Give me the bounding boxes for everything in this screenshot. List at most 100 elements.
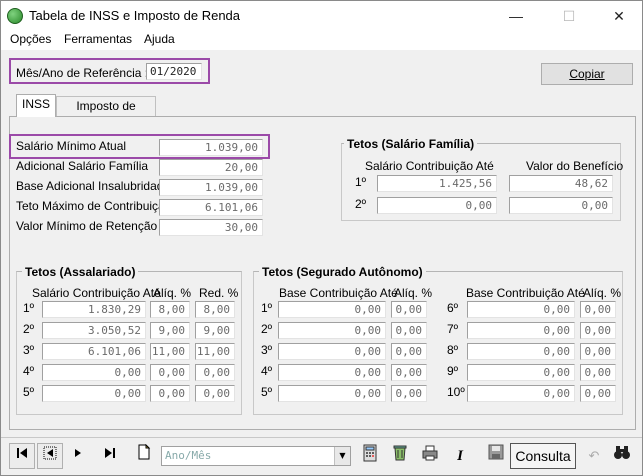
- menu-opcoes[interactable]: Opções: [10, 32, 51, 46]
- row-number: 3º: [261, 343, 273, 357]
- copy-button[interactable]: Copiar: [541, 63, 633, 85]
- assalariado-base-input[interactable]: 0,00: [42, 364, 146, 381]
- row-number: 1º: [23, 301, 35, 315]
- minimize-button[interactable]: —: [501, 5, 531, 27]
- menu-ajuda[interactable]: Ajuda: [144, 32, 175, 46]
- consulta-button[interactable]: Consulta: [510, 443, 576, 469]
- binoculars-icon[interactable]: [609, 443, 635, 469]
- row-number: 2º: [261, 322, 273, 336]
- first-record-icon[interactable]: [9, 443, 35, 469]
- assalariado-base-input[interactable]: 3.050,52: [42, 322, 146, 339]
- autonomo-base-input[interactable]: 0,00: [278, 322, 386, 339]
- copy-button-label: Copiar: [569, 67, 605, 81]
- autonomo-aliquota-input[interactable]: 0,00: [580, 385, 616, 402]
- autonomo-aliquota-input[interactable]: 0,00: [580, 364, 616, 381]
- autonomo-aliquota-input[interactable]: 0,00: [391, 301, 427, 318]
- label-valor-minimo-retencao: Valor Mínimo de Retenção: [16, 219, 158, 233]
- col-header-salario-contribuicao: Salário Contribuição Até: [365, 159, 494, 173]
- italic-icon[interactable]: I: [447, 443, 473, 469]
- autonomo-aliquota-input[interactable]: 0,00: [391, 385, 427, 402]
- base-adicional-insalubridade-input[interactable]: 1.039,00: [159, 179, 263, 196]
- assalariado-aliquota-input[interactable]: 11,00: [150, 343, 190, 360]
- assalariado-aliquota-input[interactable]: 8,00: [150, 301, 190, 318]
- tab-inss[interactable]: INSS: [16, 94, 56, 117]
- menu-bar: Opções Ferramentas Ajuda: [1, 31, 642, 50]
- row-number: 1º: [355, 175, 367, 189]
- autonomo-base-input[interactable]: 0,00: [467, 364, 575, 381]
- close-button[interactable]: ✕: [604, 5, 634, 27]
- col-header-base-contribuicao-2: Base Contribuição Até: [466, 286, 585, 300]
- previous-record-icon[interactable]: [37, 443, 63, 469]
- autonomo-base-input[interactable]: 0,00: [278, 343, 386, 360]
- new-document-icon[interactable]: [131, 443, 157, 469]
- group-autonomo-title: Tetos (Segurado Autônomo): [259, 265, 426, 279]
- autonomo-aliquota-input[interactable]: 0,00: [580, 343, 616, 360]
- period-combobox[interactable]: Ano/Mês ▼: [161, 446, 351, 466]
- assalariado-base-input[interactable]: 0,00: [42, 385, 146, 402]
- teto-maximo-contribuicao-input[interactable]: 6.101,06: [159, 199, 263, 216]
- salario-familia-base-input[interactable]: 0,00: [377, 197, 497, 214]
- salario-familia-base-input[interactable]: 1.425,56: [377, 175, 497, 192]
- assalariado-base-input[interactable]: 1.830,29: [42, 301, 146, 318]
- title-bar: Tabela de INSS e Imposto de Renda — ☐ ✕: [1, 1, 642, 31]
- chevron-down-icon[interactable]: ▼: [334, 447, 350, 465]
- row-number: 7º: [447, 322, 459, 336]
- assalariado-reducao-input[interactable]: 0,00: [195, 364, 235, 381]
- menu-ferramentas[interactable]: Ferramentas: [64, 32, 132, 46]
- salario-minimo-input[interactable]: 1.039,00: [159, 139, 263, 156]
- autonomo-base-input[interactable]: 0,00: [278, 385, 386, 402]
- row-number: 4º: [261, 364, 273, 378]
- print-icon[interactable]: [417, 443, 443, 469]
- assalariado-reducao-input[interactable]: 8,00: [195, 301, 235, 318]
- autonomo-base-input[interactable]: 0,00: [467, 301, 575, 318]
- label-salario-minimo: Salário Mínimo Atual: [16, 139, 127, 153]
- label-teto-maximo-contribuicao: Teto Máximo de Contribuição: [16, 199, 172, 213]
- save-icon[interactable]: [483, 443, 509, 469]
- row-number: 2º: [23, 322, 35, 336]
- assalariado-reducao-input[interactable]: 0,00: [195, 385, 235, 402]
- undo-icon[interactable]: ↶: [581, 443, 607, 469]
- assalariado-aliquota-input[interactable]: 0,00: [150, 385, 190, 402]
- col-header-aliquota-2: Alíq. %: [583, 286, 622, 300]
- recycle-icon[interactable]: [387, 443, 413, 469]
- tab-imposto-de-renda[interactable]: Imposto de Renda: [56, 96, 156, 132]
- autonomo-aliquota-input[interactable]: 0,00: [391, 364, 427, 381]
- row-number: 4º: [23, 364, 35, 378]
- valor-minimo-retencao-input[interactable]: 30,00: [159, 219, 263, 236]
- row-number: 6º: [447, 301, 459, 315]
- row-number: 8º: [447, 343, 459, 357]
- adicional-salario-familia-input[interactable]: 20,00: [159, 159, 263, 176]
- window-title: Tabela de INSS e Imposto de Renda: [29, 8, 241, 23]
- autonomo-base-input[interactable]: 0,00: [467, 322, 575, 339]
- autonomo-aliquota-input[interactable]: 0,00: [391, 322, 427, 339]
- group-assalariado-title: Tetos (Assalariado): [22, 265, 139, 279]
- row-number: 10º: [447, 385, 465, 399]
- maximize-button[interactable]: ☐: [554, 5, 584, 27]
- calculator-icon[interactable]: [357, 443, 383, 469]
- assalariado-aliquota-input[interactable]: 0,00: [150, 364, 190, 381]
- col-header-reducao: Red. %: [199, 286, 239, 300]
- autonomo-base-input[interactable]: 0,00: [278, 364, 386, 381]
- row-number: 5º: [261, 385, 273, 399]
- autonomo-base-input[interactable]: 0,00: [278, 301, 386, 318]
- autonomo-aliquota-input[interactable]: 0,00: [580, 322, 616, 339]
- salario-familia-benefit-input[interactable]: 0,00: [509, 197, 613, 214]
- last-record-icon[interactable]: [97, 443, 123, 469]
- assalariado-reducao-input[interactable]: 11,00: [195, 343, 235, 360]
- autonomo-base-input[interactable]: 0,00: [467, 343, 575, 360]
- row-number: 3º: [23, 343, 35, 357]
- main-window: Tabela de INSS e Imposto de Renda — ☐ ✕ …: [0, 0, 643, 476]
- assalariado-base-input[interactable]: 6.101,06: [42, 343, 146, 360]
- assalariado-reducao-input[interactable]: 9,00: [195, 322, 235, 339]
- label-base-adicional-insalubridade: Base Adicional Insalubridade: [16, 179, 171, 193]
- assalariado-aliquota-input[interactable]: 9,00: [150, 322, 190, 339]
- autonomo-aliquota-input[interactable]: 0,00: [580, 301, 616, 318]
- salario-familia-benefit-input[interactable]: 48,62: [509, 175, 613, 192]
- row-number: 2º: [355, 197, 367, 211]
- label-adicional-salario-familia: Adicional Salário Família: [16, 159, 149, 173]
- autonomo-aliquota-input[interactable]: 0,00: [391, 343, 427, 360]
- autonomo-base-input[interactable]: 0,00: [467, 385, 575, 402]
- col-header-aliquota: Alíq. %: [394, 286, 433, 300]
- next-record-icon[interactable]: [65, 443, 91, 469]
- reference-month-input[interactable]: 01/2020: [146, 63, 202, 80]
